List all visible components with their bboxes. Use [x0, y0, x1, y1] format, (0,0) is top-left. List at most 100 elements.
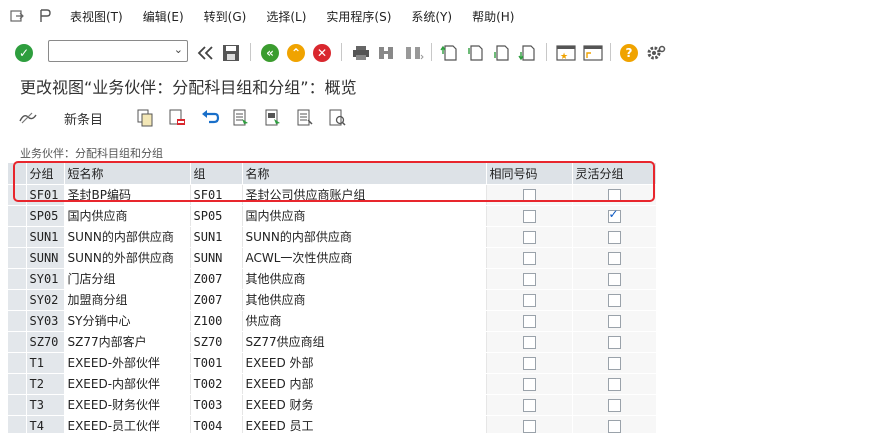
menu-sap-icon[interactable]: [38, 9, 52, 22]
double-chevron-left-icon[interactable]: [196, 42, 214, 64]
cell-name[interactable]: 圣封公司供应商账户组: [242, 184, 487, 206]
row-selector[interactable]: [8, 373, 27, 395]
cell-name[interactable]: 其他供应商: [242, 268, 487, 290]
checkbox[interactable]: [522, 356, 536, 370]
table-row[interactable]: T4 EXEED-员工伙伴 T004 EXEED 员工: [8, 415, 656, 433]
cell-grouping[interactable]: SUN1: [26, 226, 65, 248]
checkbox[interactable]: [522, 251, 536, 265]
cell-group[interactable]: Z007: [190, 289, 243, 311]
table-row[interactable]: SP05 国内供应商 SP05 国内供应商: [8, 205, 656, 227]
cell-short-name[interactable]: EXEED-外部伙伴: [64, 352, 191, 374]
menu-utilities[interactable]: 实用程序(S): [326, 8, 391, 25]
cell-group[interactable]: T003: [190, 394, 243, 416]
checkbox[interactable]: [607, 293, 621, 307]
display-change-icon[interactable]: [18, 107, 38, 129]
generate-shortcut-icon[interactable]: [583, 42, 603, 64]
checkbox[interactable]: [607, 398, 621, 412]
cell-short-name[interactable]: EXEED-财务伙伴: [64, 394, 191, 416]
cell-short-name[interactable]: 国内供应商: [64, 205, 191, 227]
table-row[interactable]: T2 EXEED-内部伙伴 T002 EXEED 内部: [8, 373, 656, 395]
col-header-grouping[interactable]: 分组: [26, 163, 65, 185]
previous-page-icon[interactable]: [466, 42, 484, 64]
chevron-down-icon[interactable]: ⌄: [174, 43, 183, 56]
cell-group[interactable]: SZ70: [190, 331, 243, 353]
menu-edit[interactable]: 编辑(E): [143, 8, 184, 25]
cell-short-name[interactable]: SZ77内部客户: [64, 331, 191, 353]
cell-name[interactable]: 国内供应商: [242, 205, 487, 227]
row-selector[interactable]: [8, 184, 27, 206]
delete-icon[interactable]: [168, 107, 186, 129]
cell-group[interactable]: T004: [190, 415, 243, 433]
checkbox[interactable]: [607, 314, 621, 328]
print-icon[interactable]: [352, 42, 370, 64]
checkbox[interactable]: [607, 272, 621, 286]
row-selector[interactable]: [8, 415, 27, 433]
table-row[interactable]: SY01 门店分组 Z007 其他供应商: [8, 268, 656, 290]
cell-grouping[interactable]: T4: [26, 415, 65, 433]
table-row[interactable]: T1 EXEED-外部伙伴 T001 EXEED 外部: [8, 352, 656, 374]
row-selector[interactable]: [8, 310, 27, 332]
col-header-name[interactable]: 名称: [242, 163, 487, 185]
cell-grouping[interactable]: SP05: [26, 205, 65, 227]
checkbox[interactable]: [607, 377, 621, 391]
row-selector[interactable]: [8, 394, 27, 416]
cell-name[interactable]: SUNN的内部供应商: [242, 226, 487, 248]
table-row[interactable]: SY02 加盟商分组 Z007 其他供应商: [8, 289, 656, 311]
row-selector[interactable]: [8, 205, 27, 227]
row-selector[interactable]: [8, 226, 27, 248]
table-row[interactable]: SUNN SUNN的外部供应商 SUNN ACWL一次性供应商: [8, 247, 656, 269]
cancel-icon[interactable]: ✕: [313, 42, 331, 64]
col-header-group[interactable]: 组: [190, 163, 243, 185]
row-selector[interactable]: [8, 247, 27, 269]
table-row[interactable]: SF01 圣封BP编码 SF01 圣封公司供应商账户组: [8, 184, 656, 206]
checkbox[interactable]: [522, 272, 536, 286]
checkbox[interactable]: [522, 230, 536, 244]
enter-icon[interactable]: ✓: [15, 42, 33, 64]
cell-grouping[interactable]: SY03: [26, 310, 65, 332]
cell-group[interactable]: SP05: [190, 205, 243, 227]
row-selector[interactable]: [8, 289, 27, 311]
next-page-icon[interactable]: [492, 42, 510, 64]
checkbox[interactable]: [522, 377, 536, 391]
cell-grouping[interactable]: SF01: [26, 184, 65, 206]
cell-grouping[interactable]: SZ70: [26, 331, 65, 353]
checkbox[interactable]: [607, 188, 621, 202]
cell-short-name[interactable]: SY分销中心: [64, 310, 191, 332]
checkbox[interactable]: [607, 230, 621, 244]
cell-short-name[interactable]: 门店分组: [64, 268, 191, 290]
create-session-icon[interactable]: ★: [556, 42, 576, 64]
checkbox[interactable]: [522, 314, 536, 328]
cell-group[interactable]: T001: [190, 352, 243, 374]
cell-short-name[interactable]: 加盟商分组: [64, 289, 191, 311]
cell-name[interactable]: 其他供应商: [242, 289, 487, 311]
checkbox[interactable]: [522, 419, 536, 433]
cell-short-name[interactable]: SUNN的外部供应商: [64, 247, 191, 269]
cell-short-name[interactable]: EXEED-员工伙伴: [64, 415, 191, 433]
cell-group[interactable]: SF01: [190, 184, 243, 206]
last-page-icon[interactable]: [518, 42, 536, 64]
undo-icon[interactable]: [200, 107, 220, 129]
cell-name[interactable]: SZ77供应商组: [242, 331, 487, 353]
menu-system[interactable]: 系统(Y): [411, 8, 452, 25]
cell-name[interactable]: 供应商: [242, 310, 487, 332]
cell-name[interactable]: EXEED 财务: [242, 394, 487, 416]
back-icon[interactable]: «: [261, 42, 279, 64]
command-field[interactable]: ⌄: [48, 40, 188, 62]
print-list-icon[interactable]: [328, 107, 346, 129]
deselect-all-icon[interactable]: [296, 107, 314, 129]
cell-name[interactable]: EXEED 外部: [242, 352, 487, 374]
menu-help[interactable]: 帮助(H): [472, 8, 514, 25]
table-row[interactable]: SY03 SY分销中心 Z100 供应商: [8, 310, 656, 332]
find-icon[interactable]: [377, 42, 397, 64]
cell-name[interactable]: EXEED 内部: [242, 373, 487, 395]
menu-exit-icon[interactable]: [10, 10, 24, 22]
col-header-same-number[interactable]: 相同号码: [486, 163, 573, 185]
cell-grouping[interactable]: T1: [26, 352, 65, 374]
menu-goto[interactable]: 转到(G): [204, 8, 247, 25]
col-header-short-name[interactable]: 短名称: [64, 163, 191, 185]
checkbox[interactable]: [607, 419, 621, 433]
row-selector[interactable]: [8, 268, 27, 290]
menu-selection[interactable]: 选择(L): [266, 8, 306, 25]
cell-grouping[interactable]: SY02: [26, 289, 65, 311]
cell-group[interactable]: T002: [190, 373, 243, 395]
